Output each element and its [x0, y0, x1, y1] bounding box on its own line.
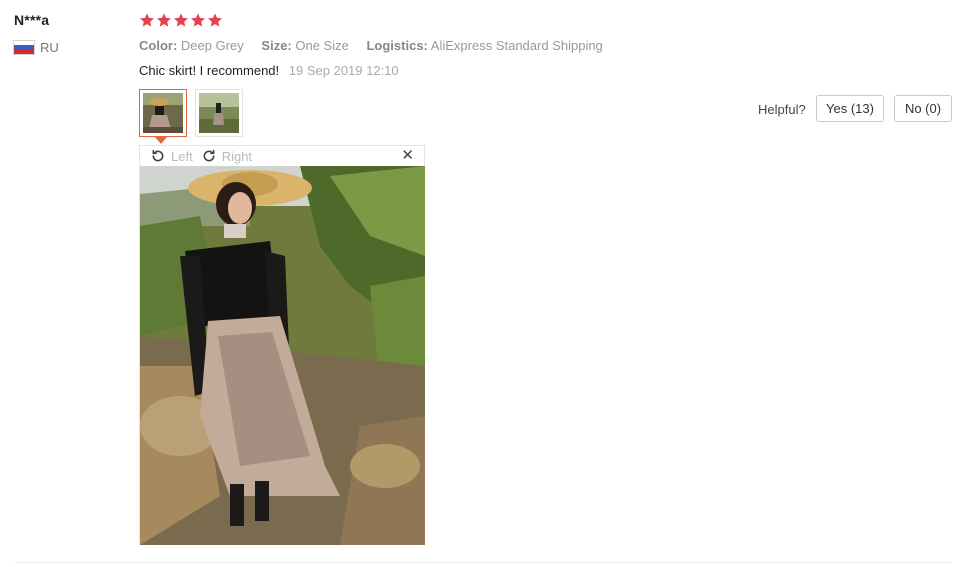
star-rating [139, 12, 223, 28]
rotate-left-button[interactable]: Left [150, 148, 193, 164]
review-text: Chic skirt! I recommend! [139, 63, 280, 78]
review-body: Chic skirt! I recommend! 19 Sep 2019 12:… [139, 63, 399, 78]
helpful-label: Helpful? [758, 102, 806, 117]
country-code: RU [40, 40, 59, 55]
helpful-no-button[interactable]: No (0) [894, 95, 952, 122]
reviewer-country: RU [14, 40, 59, 55]
rotate-right-button[interactable]: Right [201, 148, 252, 164]
size-label: Size: [261, 38, 292, 53]
review-thumbnail-1[interactable] [139, 89, 187, 137]
close-icon[interactable]: ✕ [401, 147, 414, 165]
size-value: One Size [295, 38, 349, 53]
helpful-yes-button[interactable]: Yes (13) [816, 95, 884, 122]
reviewer-name: N***a [14, 12, 50, 28]
logistics-value: AliExpress Standard Shipping [430, 38, 603, 53]
star-icon [174, 13, 188, 27]
star-icon [208, 13, 222, 27]
color-label: Color: [139, 38, 178, 53]
star-icon [191, 13, 205, 27]
review-date: 19 Sep 2019 12:10 [288, 63, 399, 78]
rotate-right-icon [203, 149, 215, 162]
logistics-label: Logistics: [366, 38, 428, 53]
order-details: Color: Deep Grey Size: One Size Logistic… [139, 38, 617, 53]
thumbnail-photo [199, 93, 239, 133]
review-photo [140, 166, 425, 545]
rotate-left-label: Left [171, 148, 193, 164]
star-icon [157, 13, 171, 27]
color-value: Deep Grey [180, 38, 244, 53]
review-divider [14, 562, 952, 563]
viewer-toolbar: Left Right ✕ [140, 146, 424, 166]
russia-flag-icon [14, 41, 34, 54]
star-icon [140, 13, 154, 27]
rotate-right-label: Right [221, 148, 253, 164]
rotate-left-icon [152, 149, 164, 162]
selected-thumbnail-caret [155, 137, 167, 144]
thumbnail-photo [143, 93, 183, 133]
review-thumbnail-2[interactable] [195, 89, 243, 137]
image-viewer: Left Right ✕ [139, 145, 425, 545]
